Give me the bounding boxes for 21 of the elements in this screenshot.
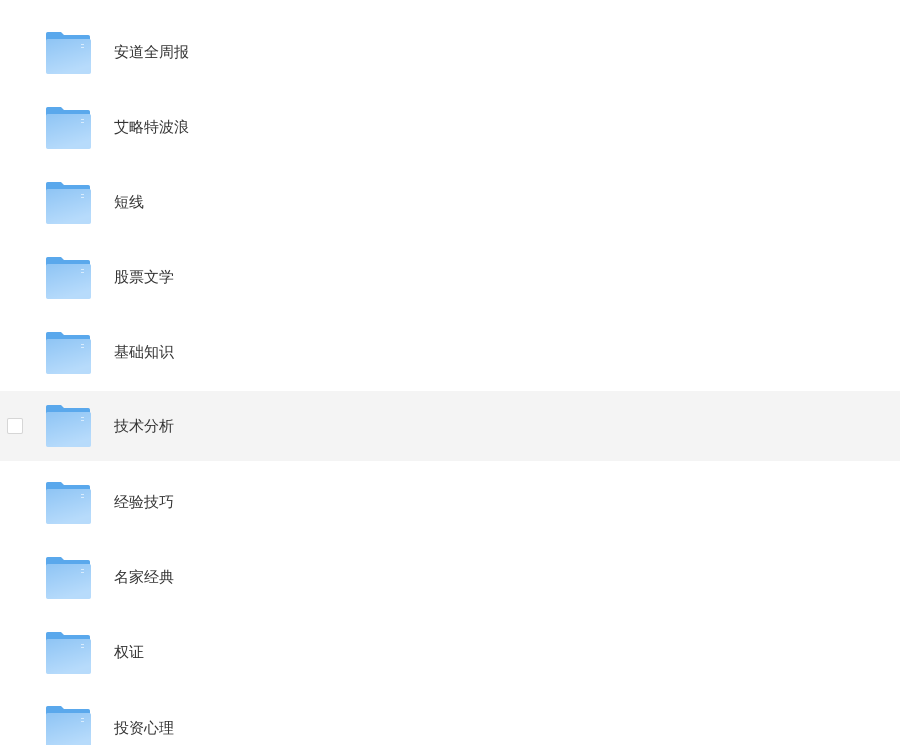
- folder-icon[interactable]: [45, 332, 91, 374]
- folder-icon[interactable]: [45, 182, 91, 224]
- folder-icon[interactable]: [45, 706, 91, 745]
- folder-name[interactable]: 安道全周报: [114, 43, 189, 62]
- folder-name[interactable]: 技术分析: [114, 416, 174, 436]
- folder-name[interactable]: 基础知识: [114, 343, 174, 362]
- folder-icon[interactable]: [45, 256, 91, 298]
- folder-icon[interactable]: [45, 556, 91, 598]
- folder-icon[interactable]: [45, 405, 91, 447]
- folder-icon[interactable]: [45, 32, 91, 74]
- folder-icon[interactable]: [45, 106, 91, 148]
- folder-name[interactable]: 名家经典: [114, 568, 174, 587]
- folder-name[interactable]: 短线: [114, 193, 144, 212]
- folder-icon[interactable]: [45, 632, 91, 674]
- folder-name[interactable]: 艾略特波浪: [114, 118, 189, 137]
- folder-name[interactable]: 权证: [114, 643, 144, 662]
- checkbox[interactable]: [7, 418, 23, 434]
- folder-name[interactable]: 经验技巧: [114, 493, 174, 512]
- folder-icon[interactable]: [45, 482, 91, 524]
- folder-name[interactable]: 股票文学: [114, 268, 174, 287]
- folder-name[interactable]: 投资心理: [114, 719, 174, 738]
